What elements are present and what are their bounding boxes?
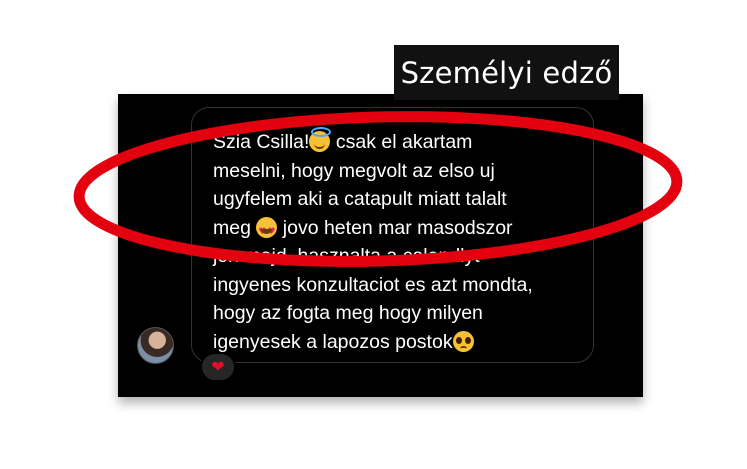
annotated-screenshot: Szia Csilla! csak el akartam meselni, ho…	[0, 0, 747, 469]
sender-avatar[interactable]	[137, 327, 174, 364]
message-line: ugyfelem aki a catapult miatt talalt	[213, 188, 507, 210]
reaction-badge[interactable]: ❤	[200, 352, 236, 382]
heart-eyes-icon	[256, 216, 278, 246]
annotation-label-box: Személyi edző	[394, 45, 619, 100]
message-line: jon majd, hasznalta a calendlyt	[213, 245, 480, 267]
message-line: meg jovo heten mar masodszor	[213, 214, 585, 246]
message-line: meselni, hogy megvolt az elso uj	[213, 159, 495, 182]
message-line: igenyesek a lapozos postok	[213, 328, 585, 357]
message-text: Szia Csilla! csak el akartam meselni, ho…	[213, 127, 585, 357]
pleading-face-icon	[452, 330, 474, 352]
message-line: ingyenes konzultaciot es azt mondta,	[213, 273, 533, 296]
message-line: hogy az fogta meg hogy milyen	[213, 302, 483, 324]
annotation-label: Személyi edző	[400, 55, 613, 90]
message-line: Szia Csilla! csak el akartam	[213, 127, 473, 153]
heart-icon: ❤	[211, 357, 225, 376]
smiling-face-with-halo-icon	[309, 127, 332, 152]
